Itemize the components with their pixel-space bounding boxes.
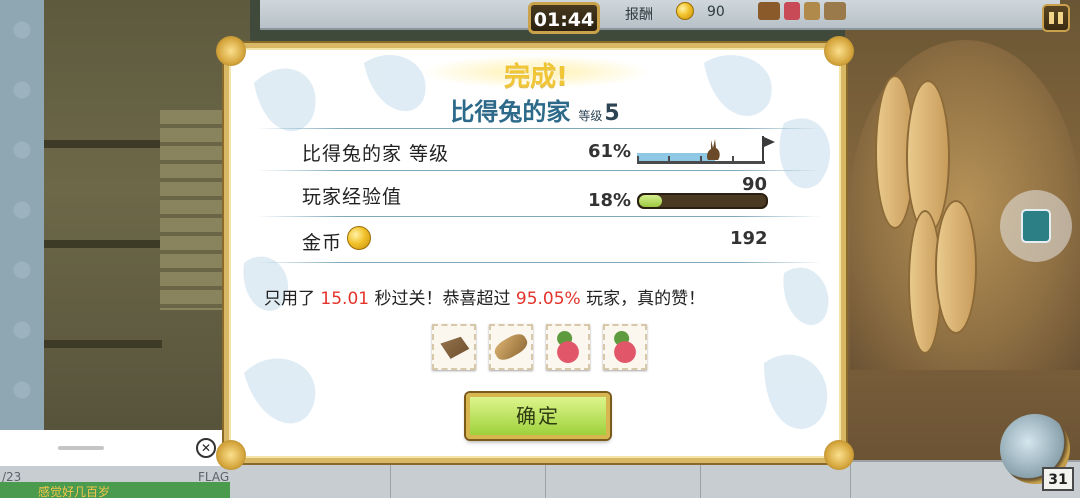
- reward-stamp: [546, 324, 590, 370]
- xp-bar-fill: [639, 195, 662, 207]
- rabbit-icon: [707, 139, 720, 160]
- left-edge-pattern: [0, 0, 44, 470]
- pause-button[interactable]: [1042, 4, 1070, 32]
- reward-label: 报酬: [625, 7, 653, 23]
- xp-percent: 18%: [588, 190, 632, 211]
- close-button[interactable]: ✕: [196, 438, 216, 458]
- radish-icon: [551, 330, 585, 364]
- chat-text: 感觉好几百岁: [38, 485, 111, 498]
- dialog-corner-ornament: [824, 440, 854, 470]
- reward-stamp: [489, 324, 533, 370]
- item-bar-divider: [545, 462, 546, 498]
- coin-icon: [347, 226, 371, 250]
- timer: 01:44: [528, 2, 600, 34]
- item-bar-divider: [700, 462, 701, 498]
- level-progress-tick: [637, 156, 639, 164]
- level-progress-track: [637, 150, 765, 164]
- clear-time: 15.01: [320, 289, 370, 309]
- hand-icon: [1021, 209, 1051, 243]
- level-progress-tick: [668, 156, 670, 164]
- dialog-corner-ornament: [216, 440, 246, 470]
- level-progress-label: 比得兔的家 等级: [302, 143, 450, 165]
- bark-icon: [440, 336, 470, 359]
- shelf-board: [44, 140, 162, 148]
- result-message: 只用了 15.01 秒过关！恭喜超过 95.05% 玩家，真的赞！: [264, 284, 824, 309]
- pause-icon: [1049, 12, 1054, 24]
- xp-bar: [637, 193, 768, 209]
- row-divider: [256, 216, 822, 217]
- chat-strip: [0, 482, 230, 498]
- flag-icon: [762, 136, 775, 163]
- row-divider: [256, 262, 822, 263]
- coin-icon: [676, 2, 694, 20]
- log-icon: [491, 330, 531, 364]
- shelf-board: [44, 240, 162, 248]
- row-divider: [256, 170, 822, 171]
- xp-gain: 90: [742, 174, 768, 195]
- radish-icon: [608, 330, 642, 364]
- complete-title: 完成!: [504, 62, 568, 92]
- dialog-corner-ornament: [824, 36, 854, 66]
- level-number: 5: [604, 101, 620, 126]
- beat-percent: 95.05%: [515, 289, 581, 309]
- level-progress-tick: [700, 156, 702, 164]
- item-counter: 31: [1042, 467, 1074, 491]
- xp-label: 玩家经验值: [302, 186, 403, 208]
- top-hud: [260, 0, 1060, 30]
- hidden-object-shield[interactable]: [935, 200, 977, 334]
- coins-label: 金币: [302, 232, 343, 254]
- chest-icon: [758, 2, 780, 20]
- shelf-board: [44, 340, 162, 348]
- level-name: 比得兔的家: [450, 98, 571, 126]
- item-bar-divider: [850, 462, 851, 498]
- item-bar-divider: [390, 462, 391, 498]
- log-icon: [804, 2, 820, 20]
- coins-value: 192: [730, 228, 768, 249]
- hud-items: [758, 2, 846, 20]
- reward-stamp: [603, 324, 647, 370]
- hint-button[interactable]: [1000, 190, 1072, 262]
- level-progress-fill: [637, 153, 716, 161]
- bark-icon: [824, 2, 846, 20]
- drag-handle[interactable]: [58, 446, 104, 450]
- level-tag: 等级: [578, 109, 603, 123]
- radish-icon: [784, 2, 800, 20]
- message-middle: 秒过关！恭喜超过: [369, 289, 516, 309]
- message-suffix: 玩家，真的赞！: [580, 289, 706, 309]
- staircase: [160, 110, 230, 310]
- reward-value: 90: [707, 4, 725, 20]
- pause-icon: [1058, 12, 1063, 24]
- row-divider: [256, 128, 822, 129]
- dialog-corner-ornament: [216, 36, 246, 66]
- message-prefix: 只用了: [264, 289, 321, 309]
- level-progress-tick: [732, 156, 734, 164]
- level-title: 比得兔的家 等级5: [300, 92, 770, 127]
- reward-stamp: [432, 324, 476, 370]
- confirm-button[interactable]: 确定: [466, 393, 610, 439]
- level-progress-percent: 61%: [588, 141, 632, 162]
